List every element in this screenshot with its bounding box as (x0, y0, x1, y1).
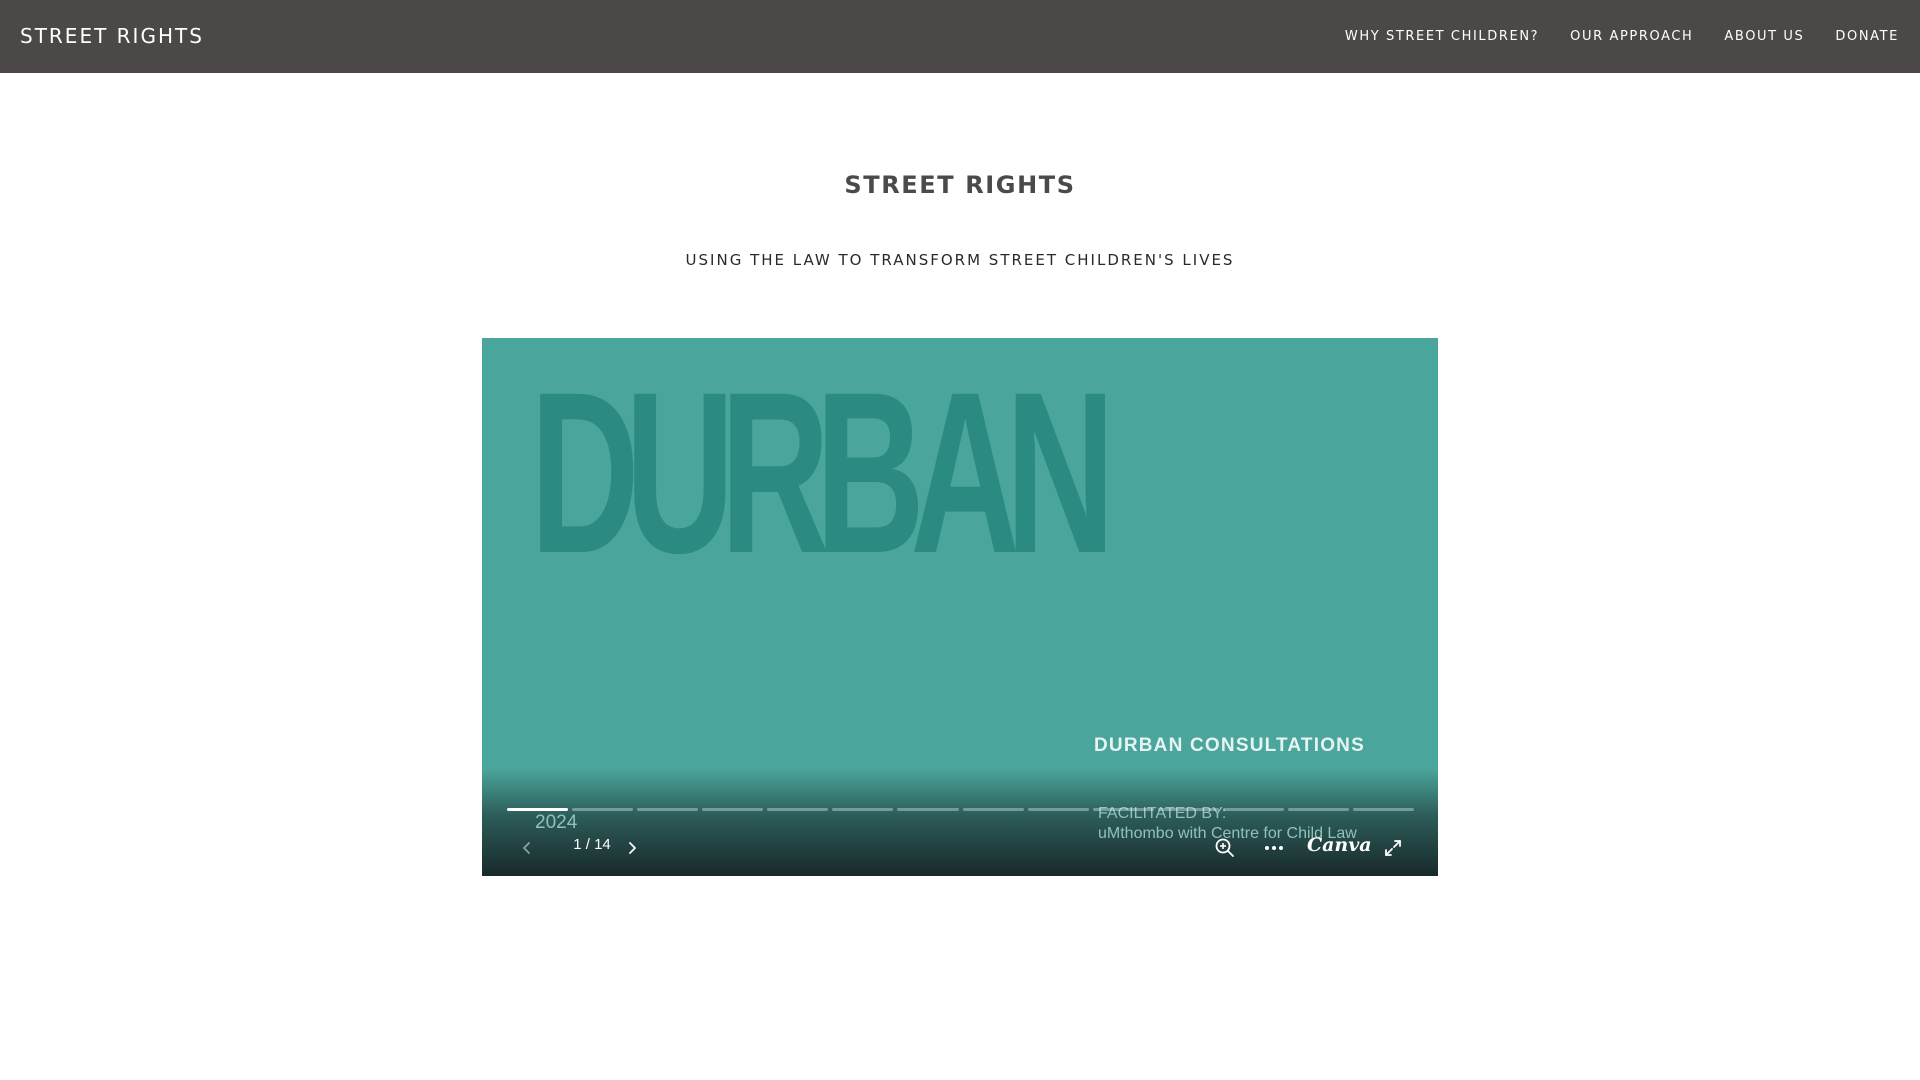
page-indicator: 1 / 14 (573, 836, 611, 853)
previous-slide-button[interactable] (513, 834, 541, 862)
progress-segment[interactable] (702, 808, 764, 811)
progress-segment[interactable] (1222, 808, 1284, 811)
main-nav: WHY STREET CHILDREN? OUR APPROACH ABOUT … (1345, 29, 1899, 44)
chevron-left-icon (523, 842, 530, 854)
progress-segment[interactable] (507, 808, 569, 811)
progress-segment[interactable] (1287, 808, 1350, 811)
progress-segment[interactable] (1092, 808, 1154, 811)
progress-segment[interactable] (1353, 808, 1415, 811)
more-options-button[interactable] (1260, 834, 1288, 862)
nav-item-our-approach[interactable]: OUR APPROACH (1570, 29, 1693, 44)
slide-subtitle: DURBAN CONSULTATIONS (1094, 735, 1365, 756)
more-icon (1265, 846, 1283, 850)
slide-progress-bar[interactable] (507, 808, 1415, 811)
nav-item-about-us[interactable]: ABOUT US (1724, 29, 1804, 44)
progress-segment[interactable] (572, 808, 634, 811)
page-tagline: USING THE LAW TO TRANSFORM STREET CHILDR… (685, 251, 1235, 269)
progress-segment[interactable] (897, 808, 959, 811)
slide-facilitated-label: FACILITATED BY: (1098, 805, 1227, 822)
chevron-right-icon (629, 842, 636, 854)
presentation-embed[interactable]: DURBAN DURBAN CONSULTATIONS 2024 FACILIT… (482, 338, 1438, 876)
progress-segment[interactable] (637, 808, 699, 811)
page-title: STREET RIGHTS (844, 171, 1076, 199)
slide-heading: DURBAN (530, 344, 1115, 601)
site-title[interactable]: STREET RIGHTS (20, 24, 204, 48)
top-navigation-bar: STREET RIGHTS WHY STREET CHILDREN? OUR A… (0, 0, 1920, 73)
zoom-button[interactable] (1211, 834, 1239, 862)
slide-year: 2024 (535, 812, 578, 833)
nav-item-donate[interactable]: DONATE (1835, 29, 1899, 44)
zoom-in-icon (1215, 838, 1234, 857)
next-slide-button[interactable] (618, 834, 646, 862)
fullscreen-button[interactable] (1379, 834, 1407, 862)
progress-segment[interactable] (832, 808, 894, 811)
progress-segment[interactable] (767, 808, 829, 811)
canva-logo[interactable]: Canva (1307, 834, 1372, 856)
nav-item-why-street-children[interactable]: WHY STREET CHILDREN? (1345, 29, 1539, 44)
fullscreen-icon (1385, 840, 1401, 856)
progress-segment[interactable] (962, 808, 1024, 811)
progress-segment[interactable] (1157, 808, 1219, 811)
progress-segment[interactable] (1027, 808, 1089, 811)
